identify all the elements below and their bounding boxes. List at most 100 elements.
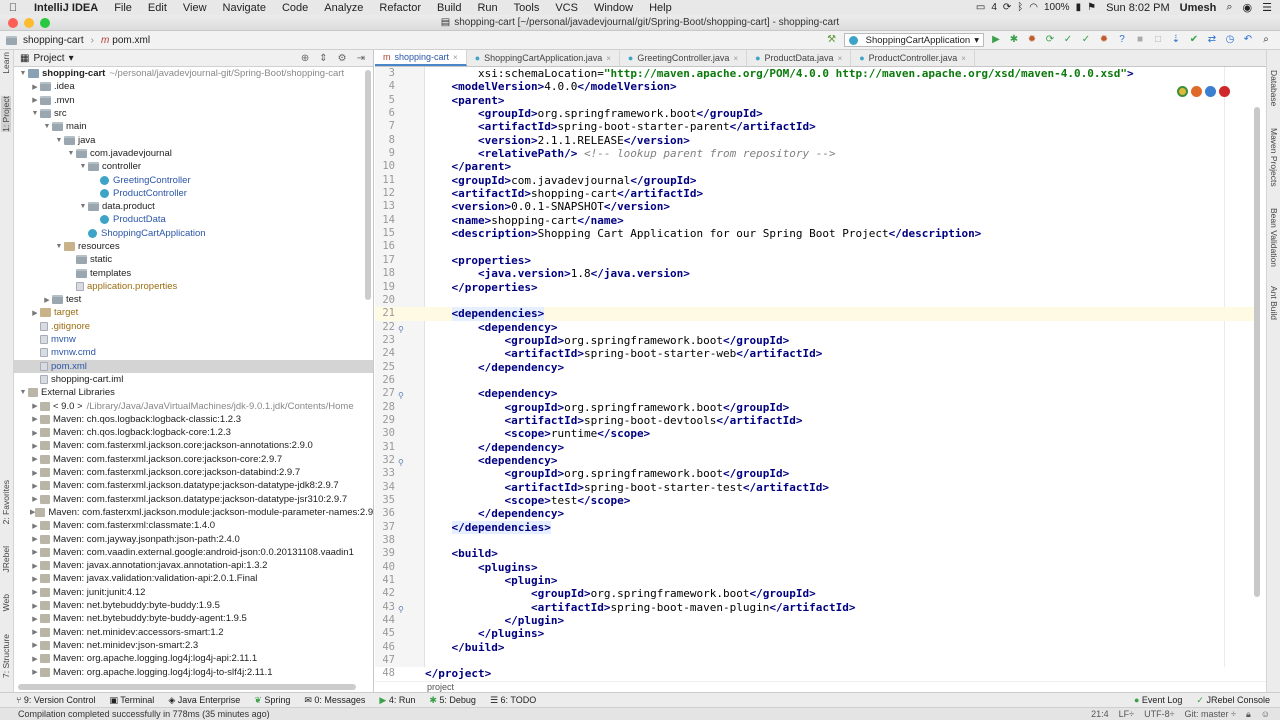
tool-spring[interactable]: ❦ Spring [254, 695, 290, 706]
code-line[interactable]: 42 <groupId> org.springframework.boot </gr… [375, 587, 1255, 600]
tree-item[interactable]: ▼ com.javadevjournal [14, 147, 373, 160]
tree-item[interactable]: ▶ Maven: com.fasterxml.jackson.datatype:j… [14, 493, 373, 506]
code-line[interactable]: 21 <dependencies> [375, 307, 1255, 321]
collapsed-arrow-icon[interactable]: ▶ [30, 469, 40, 477]
code-line[interactable]: 20 [375, 294, 1255, 307]
tree-item[interactable]: ▼ resources [14, 240, 373, 253]
collapsed-arrow-icon[interactable]: ▶ [30, 442, 40, 450]
lock-icon[interactable]: 🔒︎ [1246, 709, 1251, 720]
collapsed-arrow-icon[interactable]: ▶ [30, 96, 40, 104]
code-line[interactable]: 14 <name> shopping-cart </name> [375, 214, 1255, 227]
tree-item[interactable]: ▼ src [14, 107, 373, 120]
tree-item[interactable]: mvnw.cmd [14, 346, 373, 359]
menu-app-name[interactable]: IntelliJ IDEA [26, 2, 106, 14]
clock[interactable]: Sun 8:02 PM [1106, 2, 1170, 14]
tool-jrebel-console[interactable]: ✓ JRebel Console [1196, 695, 1270, 706]
code-area[interactable]: 3 xsi:schemaLocation= "http://maven.apach… [375, 67, 1255, 680]
zoom-window-button[interactable] [40, 18, 50, 28]
status-message[interactable]: Compilation completed successfully in 77… [18, 709, 270, 719]
collapsed-arrow-icon[interactable]: ▶ [30, 83, 40, 91]
stripe-favorites[interactable]: 2: Favorites [1, 480, 11, 524]
collapsed-arrow-icon[interactable]: ▶ [30, 588, 40, 596]
tree-item[interactable]: ▼ data.product [14, 200, 373, 213]
tree-item[interactable]: ▶ .mvn [14, 94, 373, 107]
expanded-arrow-icon[interactable]: ▼ [54, 243, 64, 250]
battery-text[interactable]: 100% [1044, 2, 1070, 13]
tree-item[interactable]: ▶ Maven: org.apache.logging.log4j:log4j-a… [14, 652, 373, 665]
stripe-learn[interactable]: Learn [1, 52, 11, 74]
collapse-icon[interactable]: ⇕ [319, 53, 327, 64]
tree-item[interactable]: ▶ .idea [14, 80, 373, 93]
tree-item[interactable]: templates [14, 266, 373, 279]
list-icon[interactable]: ☰ [1262, 1, 1272, 14]
collapsed-arrow-icon[interactable]: ▶ [30, 548, 40, 556]
collapsed-arrow-icon[interactable]: ▶ [30, 615, 40, 623]
code-line[interactable]: 25 </dependency> [375, 361, 1255, 374]
gear-icon[interactable]: ⚙ [338, 53, 347, 64]
tree-item[interactable]: GreetingController [14, 173, 373, 186]
expanded-arrow-icon[interactable]: ▼ [18, 70, 28, 77]
collapsed-arrow-icon[interactable]: ▶ [30, 575, 40, 583]
close-tab-icon[interactable]: × [453, 53, 458, 62]
firefox-icon[interactable] [1191, 86, 1202, 97]
tool-version-control[interactable]: ⑂ 9: Version Control [16, 695, 95, 705]
expanded-arrow-icon[interactable]: ▼ [54, 137, 64, 144]
git-branch[interactable]: Git: master ÷ [1185, 709, 1236, 720]
expanded-arrow-icon[interactable]: ▼ [78, 203, 88, 210]
tool-messages[interactable]: ✉ 0: Messages [304, 695, 365, 706]
bluetooth-icon[interactable]: ᛒ [1017, 2, 1023, 13]
code-line[interactable]: 24 <artifactId> spring-boot-starter-web </… [375, 347, 1255, 360]
expanded-arrow-icon[interactable]: ▼ [30, 110, 40, 117]
run-icon[interactable]: ▶ [990, 34, 1002, 46]
stripe-jrebel[interactable]: JRebel [1, 546, 11, 572]
expanded-arrow-icon[interactable]: ▼ [42, 123, 52, 130]
close-window-button[interactable] [8, 18, 18, 28]
menu-edit[interactable]: Edit [140, 2, 175, 14]
tray-count[interactable]: 4 [991, 2, 997, 13]
tree-item[interactable]: ▼ shopping-cart ~/personal/javadevjournal-… [14, 67, 373, 80]
breadcrumb-project[interactable]: shopping-cart [23, 35, 84, 46]
stop-icon[interactable]: ■ [1134, 34, 1146, 46]
tree-item[interactable]: ▶ Maven: net.bytebuddy:byte-buddy-agent:1… [14, 612, 373, 625]
menu-tools[interactable]: Tools [506, 2, 548, 14]
expanded-arrow-icon[interactable]: ▼ [78, 163, 88, 170]
code-line[interactable]: 3 xsi:schemaLocation= "http://maven.apach… [375, 67, 1255, 80]
code-line[interactable]: 9 <relativePath/> <!-- lookup parent fro… [375, 147, 1255, 160]
chevron-down-icon[interactable]: ▾ [69, 53, 74, 64]
code-line[interactable]: 33 <groupId> org.springframework.boot </gr… [375, 467, 1255, 480]
collapsed-arrow-icon[interactable]: ▶ [30, 562, 40, 570]
code-line[interactable]: 40 <plugins> [375, 561, 1255, 574]
vcs-revert-icon[interactable]: ↶ [1242, 34, 1254, 46]
stripe-ant-build[interactable]: Ant Build [1269, 286, 1279, 320]
stop-all-icon[interactable]: □ [1152, 34, 1164, 46]
dependency-gutter-icon[interactable]: ⚲ [398, 323, 406, 334]
code-line[interactable]: 7 <artifactId> spring-boot-starter-parent… [375, 120, 1255, 133]
minimize-window-button[interactable] [24, 18, 34, 28]
tree-item[interactable]: shopping-cart.iml [14, 373, 373, 386]
code-line[interactable]: 22 ⚲ <dependency> [375, 321, 1255, 334]
breadcrumb-file[interactable]: pom.xml [112, 35, 150, 46]
tree-item[interactable]: ▼ java [14, 133, 373, 146]
project-horizontal-scrollbar[interactable] [18, 684, 356, 690]
tree-item[interactable]: mvnw [14, 333, 373, 346]
sync-icon[interactable]: ⟳ [1003, 2, 1011, 13]
tool-debug[interactable]: ✱ 5: Debug [429, 695, 476, 706]
code-line[interactable]: 30 <scope> runtime </scope> [375, 427, 1255, 440]
dependency-gutter-icon[interactable]: ⚲ [398, 456, 406, 467]
locate-icon[interactable]: ⊕ [301, 53, 309, 64]
collapsed-arrow-icon[interactable]: ▶ [30, 495, 40, 503]
code-line[interactable]: 43 ⚲ <artifactId> spring-boot-maven-plugin… [375, 601, 1255, 614]
tool-java-enterprise[interactable]: ◈ Java Enterprise [168, 695, 240, 706]
code-line[interactable]: 47 [375, 654, 1255, 667]
collapsed-arrow-icon[interactable]: ▶ [30, 522, 40, 530]
collapsed-arrow-icon[interactable]: ▶ [42, 296, 52, 304]
code-line[interactable]: 4 <modelVersion> 4.0.0 </modelVersion> [375, 80, 1255, 93]
code-line[interactable]: 17 <properties> [375, 254, 1255, 267]
tree-item[interactable]: ▼ External Libraries [14, 386, 373, 399]
tree-item[interactable]: ▼ controller [14, 160, 373, 173]
tree-item[interactable]: ▶ Maven: net.minidev:accessors-smart:1.2 [14, 625, 373, 638]
collapsed-arrow-icon[interactable]: ▶ [30, 415, 40, 423]
tree-item[interactable]: ▶ Maven: com.fasterxml.jackson.core:jacks… [14, 453, 373, 466]
tree-item[interactable]: ▶ Maven: com.fasterxml.jackson.datatype:j… [14, 479, 373, 492]
profile-icon[interactable]: ⟳ [1044, 34, 1056, 46]
